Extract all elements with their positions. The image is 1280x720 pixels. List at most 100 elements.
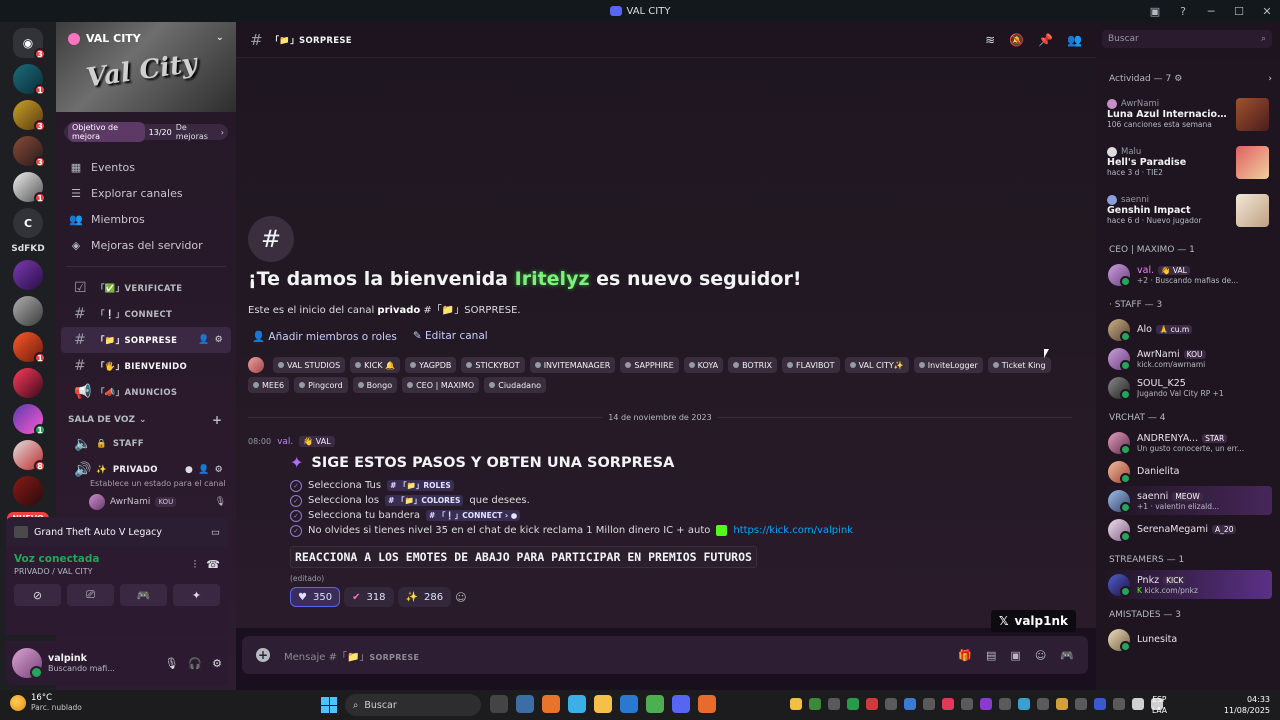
chrome-icon[interactable] xyxy=(646,695,664,713)
threads-icon[interactable]: ≋ xyxy=(985,33,995,47)
role-chip[interactable]: Ciudadano xyxy=(484,377,547,393)
tray-icon[interactable] xyxy=(1037,698,1049,710)
nav-server-boosts[interactable]: ◈ Mejoras del servidor xyxy=(56,232,236,258)
add-member-icon[interactable]: 👤 xyxy=(198,335,210,345)
tray-icon[interactable] xyxy=(1132,698,1144,710)
pin-icon[interactable]: 📌 xyxy=(1038,33,1053,47)
channel-mention[interactable]: # 「📁」COLORES xyxy=(385,495,464,506)
minimize-button[interactable]: ─ xyxy=(1204,5,1218,18)
tray-icon[interactable] xyxy=(1075,698,1087,710)
server-icon[interactable]: 3 xyxy=(13,136,46,168)
server-icon[interactable]: 1 xyxy=(13,332,46,364)
add-member-icon[interactable]: 👤 xyxy=(198,465,210,475)
tray-icon[interactable] xyxy=(923,698,935,710)
role-chip[interactable]: SAPPHIRE xyxy=(620,357,679,373)
soundboard-button[interactable]: ✦ xyxy=(173,584,220,606)
chat-icon[interactable]: ● xyxy=(185,465,193,475)
server-icon[interactable]: 1 xyxy=(13,404,46,436)
role-chip[interactable]: KOYA xyxy=(683,357,724,373)
add-channel-icon[interactable]: + xyxy=(212,413,222,427)
server-icon[interactable]: 1 xyxy=(13,172,46,204)
tray-icon[interactable] xyxy=(1094,698,1106,710)
channel-anuncios[interactable]: 📢 「📣」ANUNCIOS xyxy=(61,379,231,405)
language-indicator[interactable]: ESP LAA xyxy=(1152,694,1167,716)
activity-card[interactable]: Malu Hell's Paradise hace 3 d · TIE2 xyxy=(1104,138,1272,186)
clock[interactable]: 04:33 11/08/2025 xyxy=(1224,694,1270,716)
avatar[interactable] xyxy=(12,648,43,679)
start-button[interactable] xyxy=(321,697,337,713)
gift-icon[interactable]: 🎁 xyxy=(958,649,972,662)
camera-off-button[interactable]: ⊘ xyxy=(14,584,61,606)
gear-icon[interactable]: ⚙ xyxy=(212,657,222,670)
channel-mention[interactable]: # 「❕」CONNECT › ● xyxy=(425,510,521,521)
chevron-right-icon[interactable]: › xyxy=(1268,74,1272,84)
search-input[interactable]: Buscar ⌕ xyxy=(1102,30,1272,48)
reaction-check[interactable]: ✔ 318 xyxy=(344,587,394,607)
app-icon[interactable] xyxy=(568,695,586,713)
sticker-icon[interactable]: ▣ xyxy=(1010,649,1020,662)
voice-user[interactable]: AwrNami KOU 🎙 xyxy=(56,491,236,513)
boost-goal[interactable]: Objetivo de mejora 13/20 De mejoras › xyxy=(64,122,228,142)
tray-icon[interactable] xyxy=(980,698,992,710)
role-chip[interactable]: MEE6 xyxy=(248,377,290,393)
member-item[interactable]: Alo 🙏 cu.m xyxy=(1104,315,1272,344)
tray-icon[interactable] xyxy=(961,698,973,710)
member-item[interactable]: saenni MEOW +1 · valentin elizald... xyxy=(1104,486,1272,515)
activity-card[interactable]: AwrNami Luna Azul Internacional D' E... … xyxy=(1104,90,1272,138)
disconnect-icon[interactable]: ☎ xyxy=(206,558,220,572)
role-chip[interactable]: KICK 🔔 xyxy=(350,357,401,373)
role-chip[interactable]: YAGPDB xyxy=(405,357,457,373)
gear-icon[interactable]: ⚙ xyxy=(215,465,223,475)
server-icon[interactable] xyxy=(13,296,43,326)
member-list-icon[interactable]: 👥 xyxy=(1067,33,1082,47)
tray-icon[interactable] xyxy=(942,698,954,710)
attach-plus-icon[interactable]: + xyxy=(256,648,270,662)
role-chip[interactable]: Bongo xyxy=(352,377,398,393)
role-chip[interactable]: FLAVIBOT xyxy=(782,357,840,373)
tray-icon[interactable] xyxy=(790,698,802,710)
tray-icon[interactable] xyxy=(1056,698,1068,710)
file-explorer-icon[interactable] xyxy=(594,695,612,713)
nav-browse-channels[interactable]: ☰ Explorar canales xyxy=(56,180,236,206)
voice-connected-label[interactable]: Voz conectada xyxy=(14,553,100,565)
voice-channel-staff[interactable]: 🔈 🔒 STAFF xyxy=(61,431,231,457)
role-chip[interactable]: INVITEMANAGER xyxy=(529,357,616,373)
task-view-icon[interactable] xyxy=(490,695,508,713)
role-chip[interactable]: VAL STUDIOS xyxy=(273,357,346,373)
tray-icon[interactable] xyxy=(1113,698,1125,710)
channel-sorprese[interactable]: # 「📁」SORPRESE 👤 ⚙ xyxy=(61,327,231,353)
direct-messages-button[interactable]: ◉ 3 xyxy=(13,28,46,60)
nav-events[interactable]: ▦ Eventos xyxy=(56,154,236,180)
server-icon[interactable] xyxy=(13,476,43,506)
member-item[interactable]: SOUL_K25 Jugando Val City RP +1 xyxy=(1104,373,1272,402)
activity-header[interactable]: Actividad — 7 ⚙ › xyxy=(1104,68,1272,90)
message-input-placeholder[interactable]: Mensaje #「📁」SORPRESE xyxy=(284,648,419,663)
member-item[interactable]: Pnkz KICK K kick.com/pnkz xyxy=(1104,570,1272,599)
server-icon[interactable]: SdFKD xyxy=(9,244,47,254)
avatar[interactable] xyxy=(248,357,264,373)
tray-icon[interactable] xyxy=(885,698,897,710)
discord-icon[interactable] xyxy=(672,695,690,713)
app-icon[interactable] xyxy=(542,695,560,713)
server-banner[interactable]: Val City VAL CITY ⌄ xyxy=(56,22,236,112)
emoji-icon[interactable]: ☺ xyxy=(1035,649,1046,662)
voice-channel-status[interactable]: Establece un estado para el canal xyxy=(56,479,236,491)
reaction-heart[interactable]: ♥ 350 xyxy=(290,587,341,607)
member-item[interactable]: ANDRENYA... STAR Un gusto conocerte, un er… xyxy=(1104,428,1272,457)
notifications-off-icon[interactable]: 🔕 xyxy=(1009,33,1024,47)
tray-icon[interactable] xyxy=(809,698,821,710)
member-item[interactable]: AwrNami KOU kick.com/awrnami xyxy=(1104,344,1272,373)
tray-icon[interactable] xyxy=(999,698,1011,710)
member-item[interactable]: Lunesita xyxy=(1104,625,1272,654)
taskbar-search[interactable]: ⌕ Buscar xyxy=(345,694,481,716)
user-name[interactable]: valpink xyxy=(48,653,115,664)
tray-icon[interactable] xyxy=(847,698,859,710)
activity-panel[interactable]: Grand Theft Auto V Legacy ▭ xyxy=(6,517,228,547)
member-item[interactable]: SerenaMegami A_20 xyxy=(1104,515,1272,544)
channel-bienvenido[interactable]: # 「🖐」BIENVENIDO xyxy=(61,353,231,379)
role-chip[interactable]: STICKYBOT xyxy=(461,357,525,373)
server-icon[interactable] xyxy=(13,368,43,398)
weather-widget[interactable]: 16°C Parc. nublado xyxy=(10,693,82,712)
message-composer[interactable]: + Mensaje #「📁」SORPRESE 🎁 ▤ ▣ ☺ 🎮 xyxy=(242,636,1088,674)
tray-icon[interactable] xyxy=(1018,698,1030,710)
